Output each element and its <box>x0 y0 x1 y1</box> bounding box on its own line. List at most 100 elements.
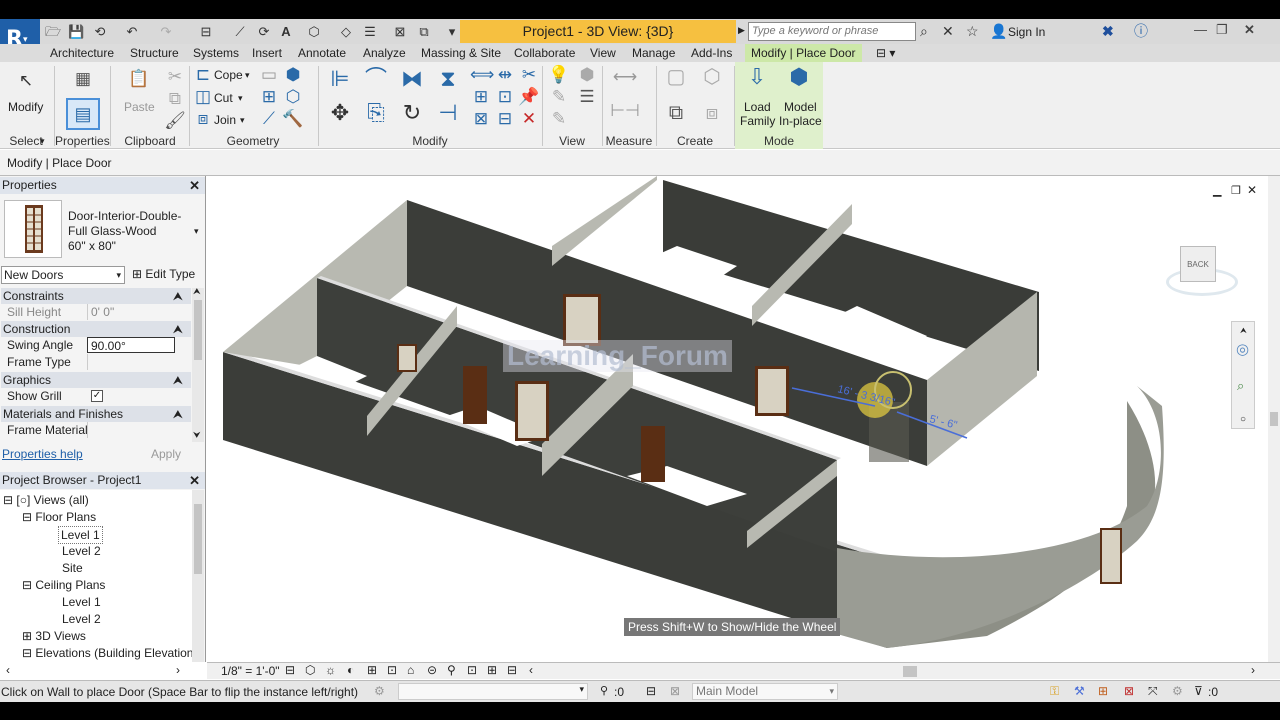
door-2[interactable] <box>641 426 665 482</box>
create-group-icon[interactable]: ⧉ <box>662 102 690 130</box>
paste-button[interactable]: Paste <box>124 100 155 114</box>
views-3d-node[interactable]: ⊞ 3D Views <box>22 628 86 644</box>
print-icon[interactable]: ⊟ <box>198 24 214 40</box>
view-close-icon[interactable]: ✕ <box>1247 183 1257 197</box>
redo-icon[interactable]: ↷ <box>158 24 174 40</box>
window-1[interactable] <box>515 381 549 441</box>
offset-icon[interactable]: ⌒ <box>362 68 390 96</box>
hide-icon[interactable]: ✎ <box>548 108 570 130</box>
thin-lines-icon[interactable]: ☰ <box>362 24 378 40</box>
temp-view-props-icon[interactable]: ⊞ <box>487 663 497 677</box>
select-underlay-icon[interactable]: ⚒ <box>1074 684 1085 698</box>
analytical-model-icon[interactable]: ⊟ <box>507 663 517 677</box>
measure-icon[interactable]: ⟋ <box>232 24 248 40</box>
save-icon[interactable]: 💾 <box>68 24 84 40</box>
create-similar-icon[interactable]: ⧈ <box>698 102 726 130</box>
filter-icon[interactable]: ⊽ <box>1194 684 1203 698</box>
scale-icon[interactable]: ⊡ <box>494 86 516 108</box>
pin-icon[interactable]: 📌 <box>518 86 540 108</box>
tab-view[interactable]: View <box>590 44 616 62</box>
match-properties-icon[interactable]: 🖌 <box>164 110 186 132</box>
unpin-icon[interactable]: ✂ <box>518 64 540 86</box>
tab-systems[interactable]: Systems <box>193 44 239 62</box>
exchange-apps-icon[interactable]: ✖ <box>1102 23 1114 40</box>
tab-architecture[interactable]: Architecture <box>50 44 114 62</box>
visual-style-icon[interactable]: ⬡ <box>305 663 315 677</box>
split-gap-icon[interactable]: ⇹ <box>494 64 516 86</box>
model-in-place-icon[interactable]: ⬢ <box>784 66 814 96</box>
paste-icon[interactable]: 📋 <box>126 68 152 94</box>
type-selector-dropdown-icon[interactable]: ▾ <box>194 226 199 237</box>
close-properties-icon[interactable]: ✕ <box>189 177 200 194</box>
paint-icon[interactable]: ⬢ <box>282 64 304 86</box>
close-browser-icon[interactable]: ✕ <box>189 472 200 489</box>
move-icon[interactable]: ✥ <box>326 102 354 130</box>
views-all-node[interactable]: ⊟ [○] Views (all) <box>3 492 89 508</box>
join-icon[interactable]: ⧈ <box>192 108 214 130</box>
scroll-down-icon[interactable]: ⮟ <box>193 430 201 441</box>
join-button[interactable]: Join <box>214 113 236 127</box>
cut-geometry-icon[interactable]: ◫ <box>192 86 214 108</box>
cut-clipboard-icon[interactable]: ✂ <box>164 66 186 88</box>
linework-view-icon[interactable]: ✎ <box>548 86 570 108</box>
ceiling-plans-node[interactable]: ⊟ Ceiling Plans <box>22 577 105 593</box>
tab-add-ins[interactable]: Add-Ins <box>691 44 732 62</box>
select-pinned-icon[interactable]: ⊞ <box>1098 684 1108 698</box>
properties-help-link[interactable]: Properties help <box>2 447 83 461</box>
show-grill-checkbox[interactable]: ✓ <box>91 390 103 402</box>
swing-angle-field[interactable]: 90.00° <box>87 337 175 353</box>
section-icon[interactable]: ◇ <box>338 24 354 40</box>
search-input[interactable]: Type a keyword or phrase <box>748 22 916 41</box>
wall-joins-icon[interactable]: ⊞ <box>258 86 280 108</box>
steering-wheel-icon[interactable]: ◎ <box>1236 340 1249 358</box>
thin-lines-view-icon[interactable]: ☰ <box>576 86 598 108</box>
mirror-draw-icon[interactable]: ⧗ <box>434 68 462 96</box>
tab-massing-site[interactable]: Massing & Site <box>421 44 501 62</box>
tree-item-ceiling-level-1[interactable]: Level 1 <box>62 594 101 610</box>
section-materials[interactable]: Materials and Finishes ⮝ <box>1 406 191 422</box>
zoom-icon[interactable]: ⌕ <box>1237 378 1244 394</box>
split-face-icon[interactable]: ▭ <box>258 64 280 86</box>
restore-icon[interactable]: ❐ <box>1216 22 1228 38</box>
properties-palette-icon[interactable]: ▤ <box>66 98 100 130</box>
sun-path-icon[interactable]: ☼ <box>325 663 336 677</box>
model-in-place-button-line1[interactable]: Model <box>784 100 817 114</box>
viewport-vscrollbar[interactable] <box>1268 176 1280 662</box>
browser-hscroll-left-icon[interactable]: ‹ <box>6 663 10 677</box>
undo-icon[interactable]: ↶ <box>124 24 140 40</box>
close-window-icon[interactable]: ✕ <box>1244 22 1255 38</box>
array-icon[interactable]: ⊞ <box>470 86 492 108</box>
align-icon[interactable]: ⊫ <box>326 68 354 96</box>
aligned-dimension-icon[interactable]: ⟳ <box>256 24 272 40</box>
viewcube-face[interactable]: BACK <box>1180 246 1216 282</box>
shadows-icon[interactable]: ◐ <box>347 663 354 677</box>
subscription-icon[interactable]: ✕ <box>942 23 954 40</box>
reveal-hidden-icon[interactable]: ⊡ <box>467 663 477 677</box>
delete-icon[interactable]: ✕ <box>518 108 540 130</box>
ribbon-minimize-icon[interactable]: ⊟ ▾ <box>876 44 895 62</box>
scroll-thumb[interactable] <box>194 300 202 360</box>
dimension-icon[interactable]: ⊢⊣ <box>610 100 640 122</box>
detail-level-icon[interactable]: ⊟ <box>285 663 295 677</box>
user-icon[interactable]: 👤 <box>990 23 1007 40</box>
hscroll-right-icon[interactable]: › <box>1251 663 1255 677</box>
trim-single-icon[interactable]: ⊟ <box>494 108 516 130</box>
design-options-icon[interactable]: ⊟ <box>646 684 656 698</box>
tab-analyze[interactable]: Analyze <box>363 44 406 62</box>
viewcube[interactable]: BACK <box>1162 242 1242 302</box>
drag-elements-icon[interactable]: ⤧ <box>1148 684 1158 699</box>
background-process-icon[interactable]: ⚙ <box>1172 684 1183 698</box>
edit-type-button[interactable]: ⊞ Edit Type <box>132 267 195 281</box>
help-icon[interactable]: ⓘ <box>1134 23 1148 40</box>
cope-button[interactable]: Cope <box>214 68 243 82</box>
select-dropdown-icon[interactable]: ▾ <box>40 136 45 147</box>
modify-cursor-icon[interactable]: ↖ <box>15 70 37 92</box>
text-icon[interactable]: A <box>278 24 294 40</box>
collapse-icon[interactable]: ⮝ <box>173 321 183 337</box>
sill-height-value[interactable]: 0' 0" <box>87 304 175 320</box>
modify-button[interactable]: Modify <box>8 100 43 114</box>
window-4[interactable] <box>755 366 789 416</box>
demolish-icon[interactable]: 🔨 <box>282 108 304 130</box>
mirror-axis-icon[interactable]: ⧓ <box>398 68 426 96</box>
frame-material-value[interactable] <box>87 422 175 438</box>
